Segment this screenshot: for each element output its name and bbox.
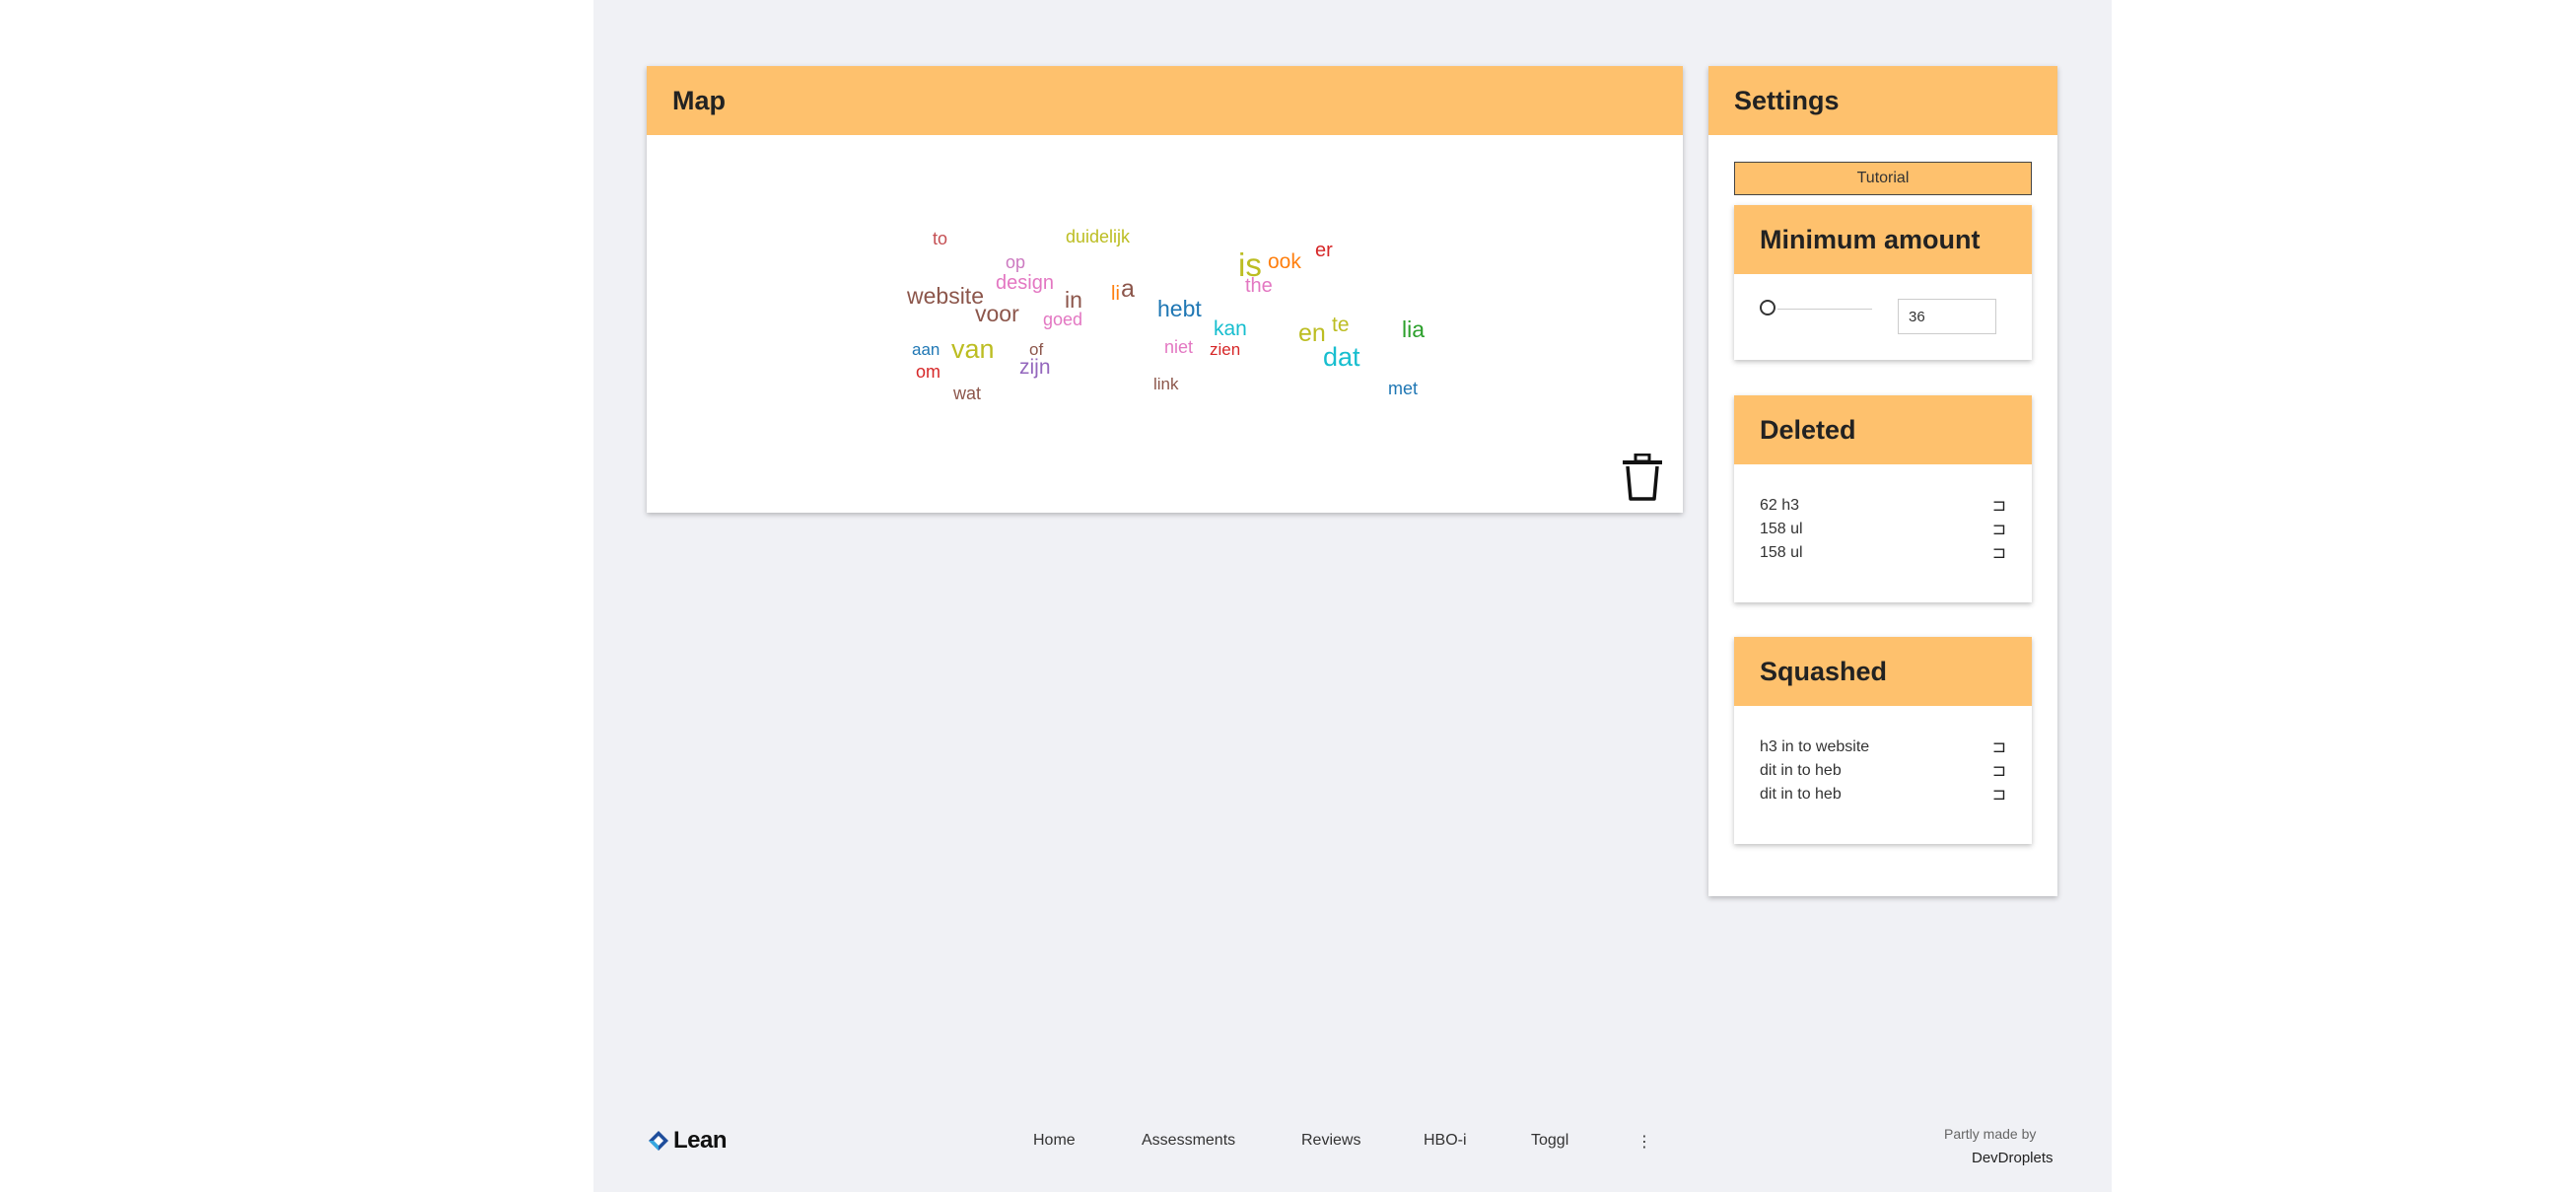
deleted-item-label: 62 h3 xyxy=(1760,497,1800,514)
word-wat[interactable]: wat xyxy=(953,385,981,402)
word-en[interactable]: en xyxy=(1298,321,1326,346)
lean-logo-icon xyxy=(649,1131,668,1151)
word-van[interactable]: van xyxy=(951,336,995,363)
list-item: dit in to heb ⊐ xyxy=(1760,759,2006,783)
deleted-item-label: 158 ul xyxy=(1760,521,1803,537)
restore-icon[interactable]: ⊐ xyxy=(1992,761,2006,781)
nav-toggl[interactable]: Toggl xyxy=(1531,1132,1568,1150)
nav-home[interactable]: Home xyxy=(1033,1132,1076,1150)
credit-link[interactable]: DevDroplets xyxy=(1972,1150,2054,1166)
squashed-item-label: h3 in to website xyxy=(1760,738,1870,755)
restore-icon[interactable]: ⊐ xyxy=(1992,737,2006,757)
slider-track[interactable] xyxy=(1777,309,1872,310)
word-design[interactable]: design xyxy=(996,273,1054,293)
word-voor[interactable]: voor xyxy=(975,303,1019,325)
word-aan[interactable]: aan xyxy=(912,341,940,358)
word-er[interactable]: er xyxy=(1315,241,1333,260)
credit-label: Partly made by xyxy=(1944,1126,2037,1142)
squashed-item-label: dit in to heb xyxy=(1760,786,1842,803)
word-te[interactable]: te xyxy=(1332,315,1350,335)
deleted-list: 62 h3 ⊐ 158 ul ⊐ 158 ul ⊐ xyxy=(1760,494,2006,565)
lean-logo[interactable]: Lean xyxy=(647,1127,728,1155)
minimum-amount-title: Minimum amount xyxy=(1734,205,2032,274)
word-website[interactable]: website xyxy=(907,285,984,308)
squashed-item-label: dit in to heb xyxy=(1760,762,1842,779)
settings-card: Settings Tutorial Minimum amount Deleted… xyxy=(1708,66,2057,896)
nav-assessments[interactable]: Assessments xyxy=(1142,1132,1235,1150)
footer: Lean Home Assessments Reviews HBO-i Togg… xyxy=(593,1104,2112,1192)
list-item: h3 in to website ⊐ xyxy=(1760,736,2006,759)
word-zijn[interactable]: zijn xyxy=(1019,357,1051,378)
list-item: 158 ul ⊐ xyxy=(1760,541,2006,565)
word-duidelijk[interactable]: duidelijk xyxy=(1066,228,1130,245)
word-om[interactable]: om xyxy=(916,363,940,381)
word-zien[interactable]: zien xyxy=(1210,341,1240,358)
word-link[interactable]: link xyxy=(1153,376,1179,392)
restore-icon[interactable]: ⊐ xyxy=(1992,543,2006,563)
word-dat[interactable]: dat xyxy=(1323,344,1360,371)
word-a[interactable]: a xyxy=(1121,277,1135,302)
word-met[interactable]: met xyxy=(1388,380,1418,397)
trash-icon[interactable] xyxy=(1621,454,1664,501)
restore-icon[interactable]: ⊐ xyxy=(1992,520,2006,539)
page: Map to duidelijk op design website voor in li a g… xyxy=(593,0,2112,1192)
word-op[interactable]: op xyxy=(1006,253,1025,271)
restore-icon[interactable]: ⊐ xyxy=(1992,496,2006,516)
minimum-amount-panel: Minimum amount xyxy=(1734,205,2032,360)
more-menu-icon[interactable]: ⋮ xyxy=(1636,1132,1652,1152)
nav-hbo-i[interactable]: HBO-i xyxy=(1424,1132,1467,1150)
word-lia[interactable]: lia xyxy=(1402,318,1425,341)
word-cloud: to duidelijk op design website voor in li a goed i… xyxy=(647,135,1683,513)
slider-knob[interactable] xyxy=(1760,300,1775,316)
settings-title: Settings xyxy=(1708,66,2057,135)
deleted-title: Deleted xyxy=(1734,395,2032,464)
list-item: dit in to heb ⊐ xyxy=(1760,783,2006,806)
word-kan[interactable]: kan xyxy=(1214,318,1247,339)
lean-logo-text: Lean xyxy=(673,1127,728,1154)
word-goed[interactable]: goed xyxy=(1043,311,1082,328)
nav-reviews[interactable]: Reviews xyxy=(1301,1132,1360,1150)
squashed-panel: Squashed h3 in to website ⊐ dit in to he… xyxy=(1734,637,2032,844)
word-in[interactable]: in xyxy=(1065,289,1082,312)
list-item: 158 ul ⊐ xyxy=(1760,518,2006,541)
word-niet[interactable]: niet xyxy=(1164,338,1193,356)
squashed-list: h3 in to website ⊐ dit in to heb ⊐ dit i… xyxy=(1760,736,2006,806)
map-title: Map xyxy=(647,66,1683,135)
word-to[interactable]: to xyxy=(933,230,947,247)
word-the[interactable]: the xyxy=(1245,276,1273,296)
word-li[interactable]: li xyxy=(1111,284,1120,304)
minimum-amount-input[interactable] xyxy=(1898,299,1996,334)
squashed-title: Squashed xyxy=(1734,637,2032,706)
tutorial-button[interactable]: Tutorial xyxy=(1734,162,2032,195)
deleted-item-label: 158 ul xyxy=(1760,544,1803,561)
word-hebt[interactable]: hebt xyxy=(1157,298,1202,320)
map-card: Map to duidelijk op design website voor in li a g… xyxy=(647,66,1683,513)
list-item: 62 h3 ⊐ xyxy=(1760,494,2006,518)
word-ook[interactable]: ook xyxy=(1268,251,1301,272)
restore-icon[interactable]: ⊐ xyxy=(1992,785,2006,805)
deleted-panel: Deleted 62 h3 ⊐ 158 ul ⊐ 158 ul ⊐ xyxy=(1734,395,2032,602)
